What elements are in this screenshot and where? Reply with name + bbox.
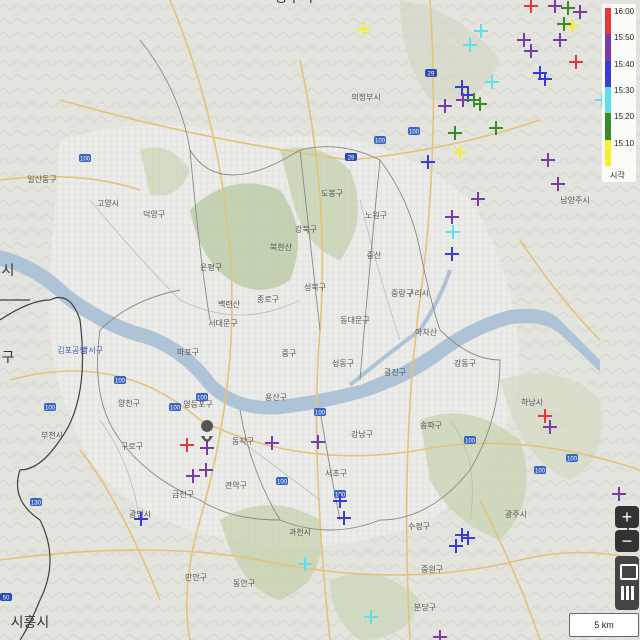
legend-segment [605, 34, 611, 61]
legend-tick-label: 15:10 [614, 138, 635, 148]
legend-tick-label: 15:20 [614, 112, 635, 122]
layer-controls [615, 556, 639, 610]
legend-segment [605, 139, 611, 166]
location-pin-icon[interactable] [201, 420, 214, 448]
time-legend: 시각 16:00 15:50 15:40 15:30 15:20 15:10 [602, 4, 636, 182]
legend-color-bar [605, 8, 611, 166]
location-pin-layer [201, 420, 214, 448]
legend-segment [605, 60, 611, 87]
ruler-icon[interactable] [620, 564, 638, 580]
map-canvas[interactable]: 의정부시 일산동구 고양시 덕양구 도봉구 노원구 강북구 은평구 성북구 종로구 중랑구 서대문구 동… [0, 0, 640, 640]
legend-segment [605, 87, 611, 114]
legend-segment [605, 8, 611, 35]
legend-segment [605, 113, 611, 140]
legend-tick-label: 16:00 [614, 7, 635, 16]
legend-caption: 시각 [610, 171, 625, 180]
zoom-in-button[interactable]: + [615, 506, 639, 528]
legend-tick-label: 15:30 [614, 86, 635, 95]
legend-tick-label: 15:40 [614, 59, 635, 69]
scale-label: 5 km [594, 620, 614, 630]
zoom-out-button[interactable]: − [615, 530, 639, 552]
scale-bar: 5 km [569, 613, 639, 637]
layers-icon[interactable] [620, 586, 634, 600]
legend-tick-label: 15:50 [614, 33, 635, 43]
